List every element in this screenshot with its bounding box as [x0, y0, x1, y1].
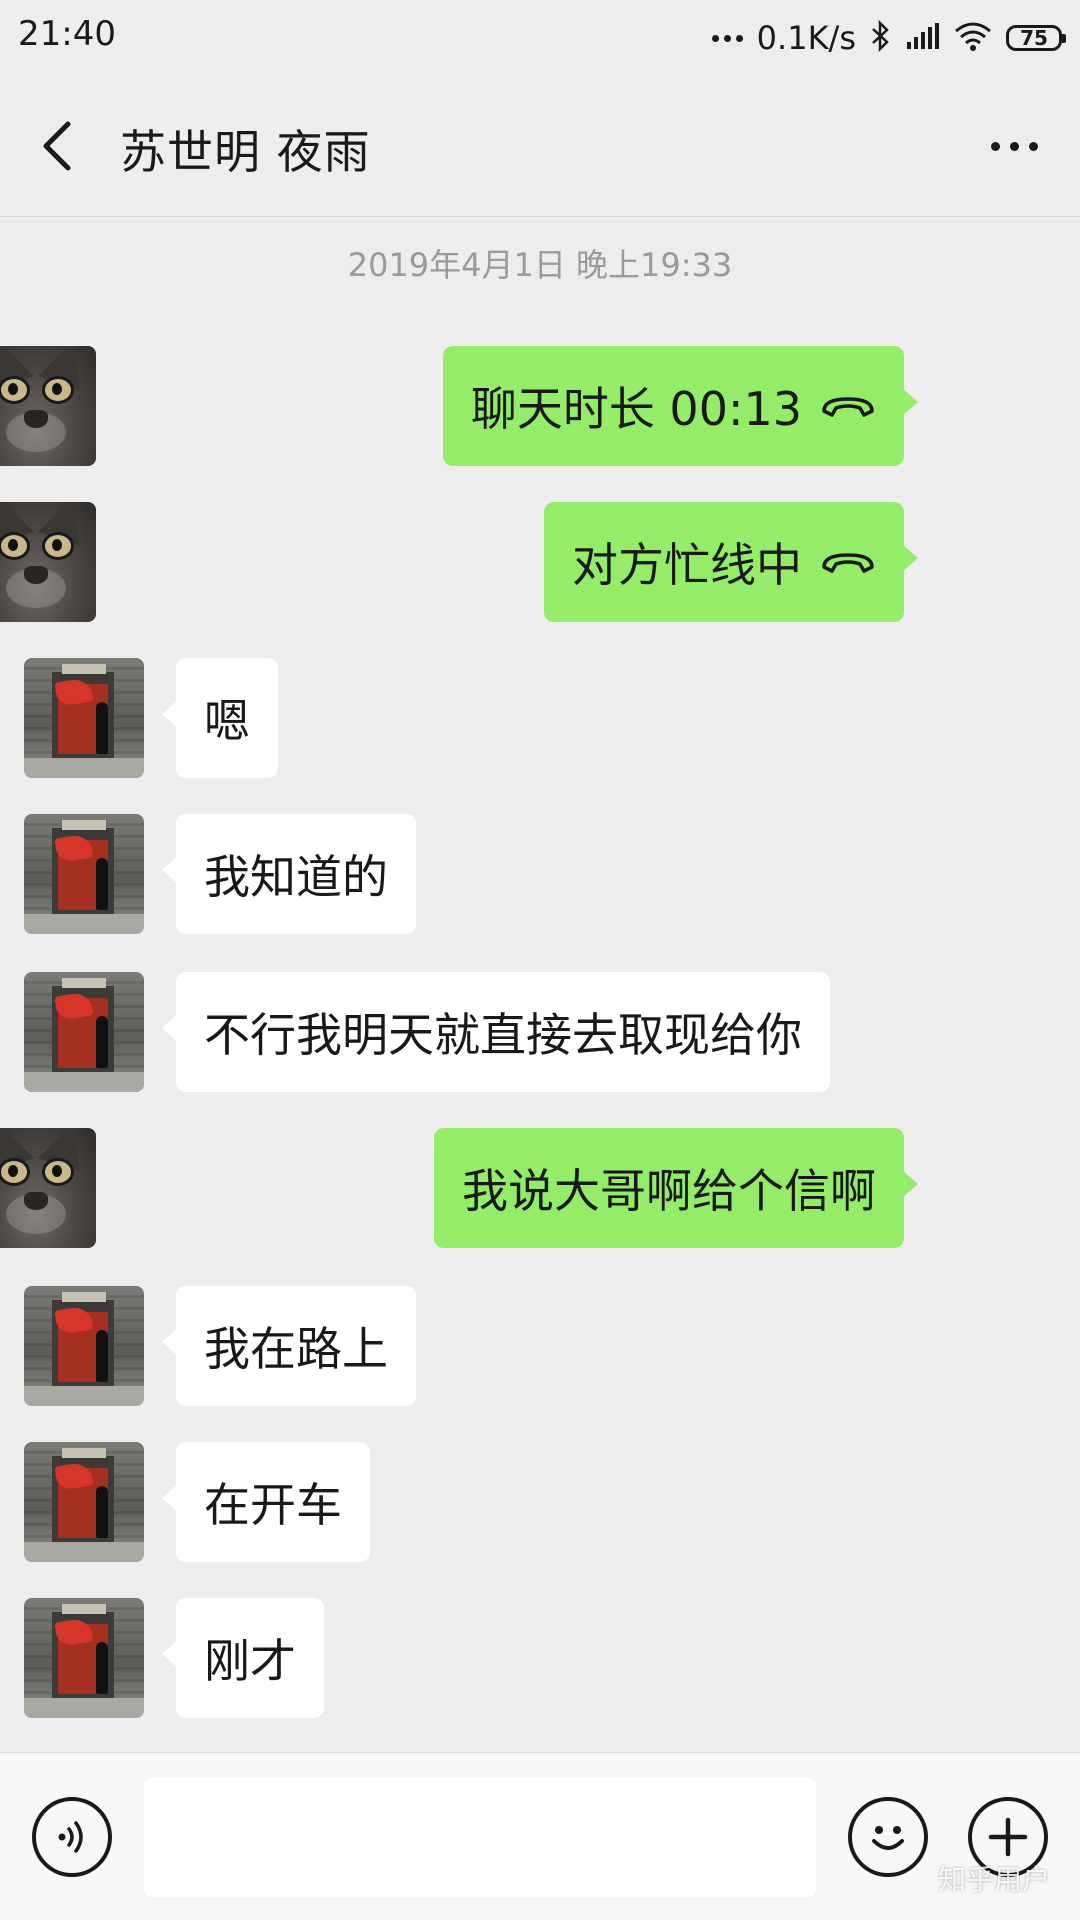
- status-time: 21:40: [18, 14, 116, 54]
- message-row: 刚才: [0, 1598, 1080, 1720]
- message-bubble[interactable]: 刚才: [162, 1598, 324, 1718]
- message-text: 刚才: [204, 1634, 296, 1688]
- message-row: 我知道的: [0, 814, 1080, 936]
- message-bubble[interactable]: 我知道的: [162, 814, 416, 934]
- chevron-left-icon: [43, 121, 71, 171]
- message-row: 我说大哥啊给个信啊: [0, 1128, 1080, 1250]
- network-speed: 0.1K/s: [756, 19, 856, 57]
- message-text: 聊天时长 00:13: [470, 382, 802, 436]
- phone-hangup-icon: [822, 397, 874, 417]
- status-icons: 0.1K/s 75: [711, 14, 1066, 62]
- more-options-button[interactable]: [978, 120, 1050, 172]
- back-button[interactable]: [30, 114, 94, 178]
- message-text: 我在路上: [204, 1322, 388, 1376]
- door-avatar[interactable]: [24, 814, 144, 934]
- voice-icon: [58, 1821, 83, 1853]
- message-text: 对方忙线中: [572, 538, 802, 592]
- message-bubble[interactable]: 不行我明天就直接去取现给你: [162, 972, 830, 1092]
- call-duration-bubble[interactable]: 聊天时长 00:13: [442, 346, 919, 466]
- wifi-icon: [954, 21, 992, 55]
- message-row: 嗯: [0, 658, 1080, 780]
- chat-screen: 21:40 0.1K/s 75 苏世明 夜雨 2019年4月1日 晚上19:33…: [0, 0, 1080, 1920]
- message-row: 我在路上: [0, 1286, 1080, 1408]
- contact-name: 苏世明 夜雨: [120, 125, 371, 179]
- message-text: 我知道的: [204, 850, 388, 904]
- message-row: 在开车: [0, 1442, 1080, 1564]
- message-text: 嗯: [204, 694, 250, 748]
- message-text: 在开车: [204, 1478, 342, 1532]
- signal-icon: [906, 22, 940, 54]
- input-bar: [0, 1752, 1080, 1920]
- door-avatar[interactable]: [24, 1286, 144, 1406]
- message-bubble[interactable]: 在开车: [162, 1442, 370, 1562]
- phone-hangup-icon: [822, 553, 874, 573]
- watermark: 知乎用户: [937, 1863, 1050, 1896]
- door-avatar[interactable]: [24, 972, 144, 1092]
- emoji-button[interactable]: [848, 1797, 928, 1877]
- chat-header: 苏世明 夜雨: [0, 76, 1080, 217]
- door-avatar[interactable]: [24, 1598, 144, 1718]
- message-text: 不行我明天就直接去取现给你: [204, 1008, 802, 1062]
- emoji-icon: [872, 1826, 904, 1850]
- battery-icon: 75: [1006, 25, 1066, 51]
- message-row: 不行我明天就直接去取现给你: [0, 972, 1080, 1094]
- battery-level: 75: [1020, 26, 1048, 50]
- message-bubble[interactable]: 我在路上: [162, 1286, 416, 1406]
- voice-button[interactable]: [32, 1797, 112, 1877]
- cat-avatar[interactable]: [0, 1128, 96, 1248]
- message-text: 我说大哥啊给个信啊: [462, 1164, 876, 1218]
- message-bubble[interactable]: 我说大哥啊给个信啊: [434, 1128, 918, 1248]
- door-avatar[interactable]: [24, 1442, 144, 1562]
- cat-avatar[interactable]: [0, 346, 96, 466]
- door-avatar[interactable]: [24, 658, 144, 778]
- more-dots-icon: [711, 34, 743, 42]
- bluetooth-icon: [870, 19, 892, 56]
- message-bubble[interactable]: 嗯: [162, 658, 278, 778]
- status-bar: 21:40 0.1K/s 75: [0, 0, 1080, 76]
- cat-avatar[interactable]: [0, 502, 96, 622]
- message-row: 聊天时长 00:13: [0, 346, 1080, 468]
- chat-timestamp: 2019年4月1日 晚上19:33: [347, 246, 733, 284]
- call-busy-bubble[interactable]: 对方忙线中: [544, 502, 918, 622]
- message-row: 对方忙线中: [0, 502, 1080, 624]
- more-dots-icon: [990, 141, 1000, 151]
- plus-icon: [988, 1817, 1028, 1857]
- message-input[interactable]: [144, 1777, 816, 1897]
